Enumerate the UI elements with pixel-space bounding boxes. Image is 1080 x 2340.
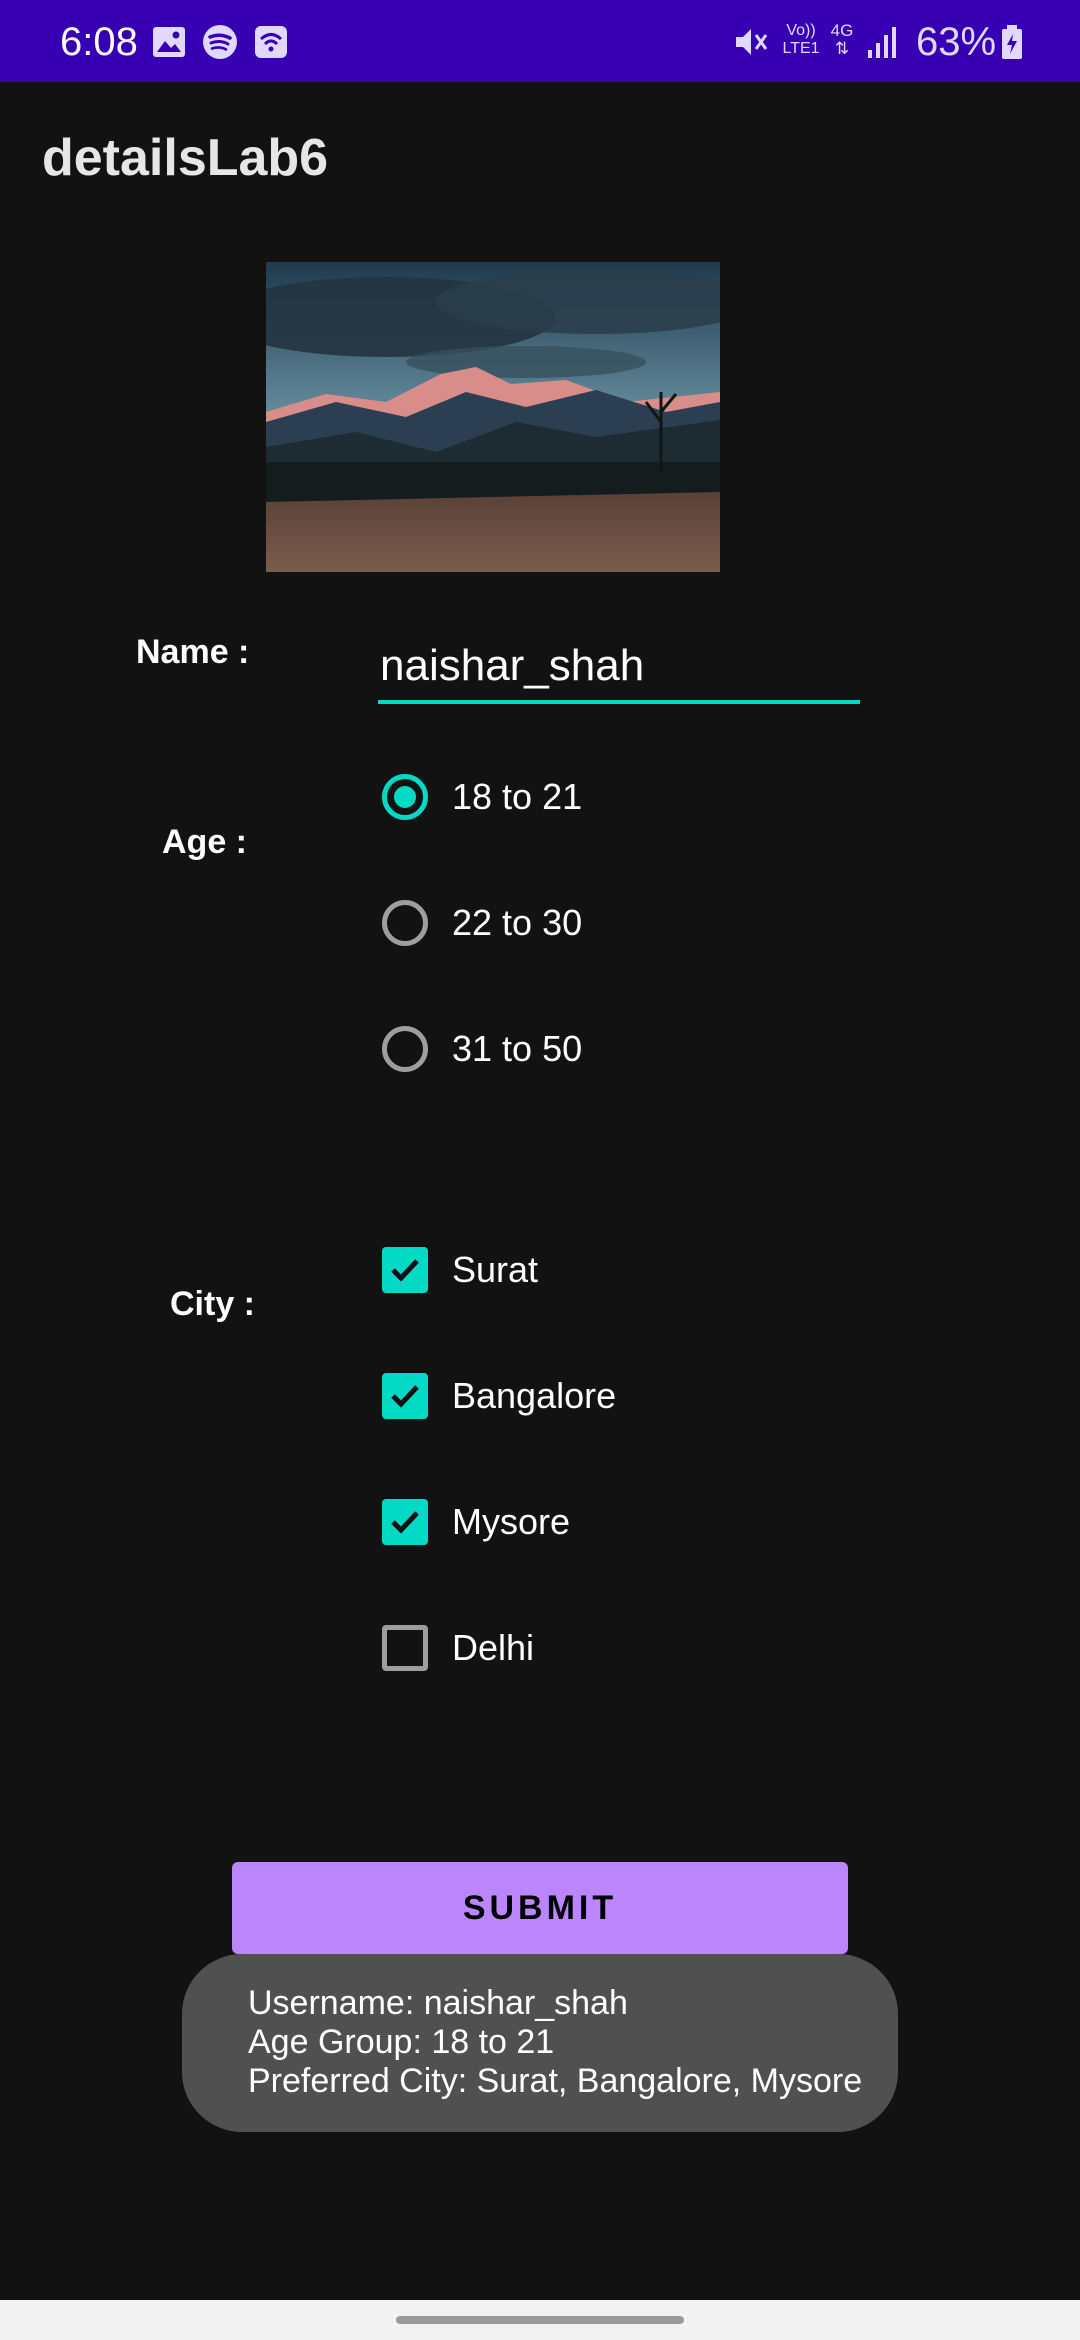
- signal-icon: [868, 27, 896, 58]
- checkbox-label: Bangalore: [452, 1375, 617, 1416]
- app-title: detailsLab6: [42, 129, 329, 187]
- battery-charging-icon: [1002, 25, 1022, 59]
- radio-label: 18 to 21: [452, 776, 583, 817]
- toast-username: Username: naishar_shah: [248, 1984, 628, 2022]
- checkbox-label: Mysore: [452, 1501, 571, 1542]
- radio-age-22-30[interactable]: 22 to 30: [382, 893, 782, 953]
- toast-preferred-city: Preferred City: Surat, Bangalore, Mysore: [248, 2062, 863, 2100]
- volte-icon: Vo)) LTE1: [782, 22, 820, 57]
- radio-age-31-50[interactable]: 31 to 50: [382, 1019, 782, 1079]
- submit-button[interactable]: SUBMIT: [232, 1862, 848, 1954]
- checkbox-city-bangalore[interactable]: Bangalore: [382, 1366, 782, 1426]
- age-label: Age :: [162, 823, 247, 861]
- checkbox-checked-icon[interactable]: [382, 1247, 428, 1293]
- city-label: City :: [170, 1285, 255, 1323]
- data-4g-icon: 4G ⇅: [830, 21, 854, 58]
- checkbox-city-mysore[interactable]: Mysore: [382, 1492, 782, 1552]
- checkbox-label: Delhi: [452, 1627, 535, 1668]
- name-label: Name :: [136, 633, 250, 671]
- gallery-icon: [153, 27, 185, 57]
- radio-unselected-icon[interactable]: [382, 1026, 428, 1072]
- checkbox-label: Surat: [452, 1249, 539, 1290]
- name-field[interactable]: [378, 632, 860, 704]
- home-gesture-handle[interactable]: [396, 2316, 684, 2324]
- radio-age-18-21[interactable]: 18 to 21: [382, 767, 782, 827]
- toast-age-group: Age Group: 18 to 21: [248, 2023, 555, 2061]
- checkbox-checked-icon[interactable]: [382, 1499, 428, 1545]
- toast-message: Username: naishar_shah Age Group: 18 to …: [182, 1954, 898, 2132]
- checkbox-checked-icon[interactable]: [382, 1373, 428, 1419]
- checkbox-city-surat[interactable]: Surat: [382, 1240, 782, 1300]
- checkbox-unchecked-icon[interactable]: [382, 1625, 428, 1671]
- radio-unselected-icon[interactable]: [382, 900, 428, 946]
- status-time: 6:08: [60, 20, 138, 64]
- radio-selected-icon[interactable]: [382, 774, 428, 820]
- mute-icon: [736, 29, 768, 55]
- radio-label: 22 to 30: [452, 902, 583, 943]
- battery-percent: 63%: [916, 20, 997, 64]
- wifi-calling-icon: [255, 26, 287, 58]
- spotify-icon: [203, 25, 237, 59]
- checkbox-city-delhi[interactable]: Delhi: [382, 1618, 782, 1678]
- radio-label: 31 to 50: [452, 1028, 583, 1069]
- landscape-image: [266, 262, 720, 572]
